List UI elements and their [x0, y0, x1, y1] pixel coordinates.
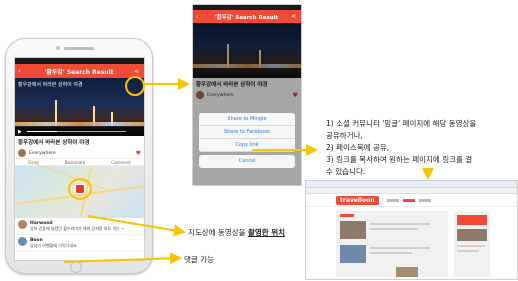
app-header: ‹ '황우강' Search Result ⋖ — [193, 10, 301, 23]
avatar[interactable] — [18, 220, 27, 229]
home-button[interactable] — [70, 261, 82, 273]
back-icon[interactable]: ‹ — [18, 67, 26, 75]
map-label-highlight: 촬영한 위치 — [247, 228, 286, 237]
phone-screen: ‹ '황우강' Search Result ⋖ 황우강에서 바라본 상하이 야경… — [14, 57, 145, 261]
share-options-note: 1) 소셜 커뮤니티 '밍글' 페이지에 해당 동영상을 공유하거나, 2) 페… — [326, 118, 476, 178]
heart-icon[interactable]: ♥ — [136, 150, 141, 157]
copy-link-button[interactable]: Copy link — [199, 139, 295, 152]
comment-label-text: 댓글 기능 — [184, 255, 214, 264]
site-nav — [386, 198, 431, 202]
nav-item[interactable] — [386, 198, 399, 202]
comment-text: 상하 강풍에 날랐던 황우리미가 해외 강처럼 파도 치는 ~ — [30, 226, 125, 231]
sidebar-thumbnail[interactable] — [457, 229, 487, 241]
nav-item[interactable] — [418, 198, 431, 202]
feed-text — [370, 247, 430, 249]
note-line: 수 있습니다. — [326, 167, 366, 176]
uploader-row: Everywhere ♥ — [15, 148, 144, 158]
feed-thumbnail[interactable] — [340, 221, 366, 239]
search-result-title: '황우강' Search Result — [44, 68, 114, 76]
share-screen: ‹ '황우강' Search Result ⋖ 황우강에서 바라본 상하이 야경… — [192, 4, 302, 186]
note-line: 공유하거나, — [326, 131, 363, 140]
app-header: ‹ '황우강' Search Result ⋖ — [15, 64, 144, 78]
browser-window: travelloon — [305, 180, 518, 280]
back-icon[interactable]: ‹ — [196, 13, 204, 21]
feed-thumbnail[interactable] — [396, 267, 418, 277]
site-header: travelloon — [306, 194, 517, 207]
play-icon[interactable]: ▶ — [18, 129, 22, 135]
sidebar-text — [457, 250, 479, 252]
diagram: ‹ '황우강' Search Result ⋖ 황우강에서 바라본 상하이 야경… — [0, 0, 518, 281]
avatar[interactable] — [18, 237, 27, 246]
site-logo[interactable]: travelloon — [336, 195, 379, 205]
feed-tag — [340, 214, 354, 217]
location-map[interactable] — [15, 160, 144, 218]
map-label-text: 지도상에 동영상을 — [188, 228, 248, 237]
map-location-label: 지도상에 동영상을 촬영한 위치 — [188, 227, 285, 238]
share-icon[interactable]: ⋖ — [289, 12, 298, 21]
share-to-facebook-button[interactable]: Share to Facebook — [199, 126, 295, 139]
site-content — [306, 207, 517, 279]
note-line: 2) 페이스북에 공유, — [326, 143, 390, 152]
video-title: 황우강에서 바라본 상하이 야경 — [18, 140, 90, 146]
comment-text: 상하이 여행할때 기억나네요 — [30, 243, 77, 248]
video-controls[interactable]: ▶ — [15, 127, 144, 136]
share-to-mingle-button[interactable]: Share to Mingle — [199, 113, 295, 126]
sidebar-text — [457, 245, 485, 247]
video-progress[interactable] — [27, 131, 126, 132]
city-lights — [15, 122, 144, 126]
uploader-name[interactable]: Everywhere — [29, 151, 56, 156]
note-line: 1) 소셜 커뮤니티 '밍글' 페이지에 해당 동영상을 — [326, 119, 477, 128]
cancel-button[interactable]: Cancel — [199, 155, 295, 168]
video-player[interactable]: 황우강에서 바라본 상하이 야경 ▶ — [15, 78, 144, 136]
feed-text — [370, 223, 430, 225]
feed-text — [370, 252, 412, 254]
note-line: 3) 링크를 복사하여 원하는 페이지에 링크를 걸 — [326, 155, 473, 164]
phone-speaker — [64, 47, 94, 50]
share-icon[interactable]: ⋖ — [132, 67, 141, 76]
comment-button[interactable]: Comment — [111, 160, 131, 165]
sidebar-banner[interactable] — [457, 215, 487, 225]
share-options: Share to Mingle Share to Facebook Copy l… — [199, 113, 295, 152]
share-action-sheet: Share to Mingle Share to Facebook Copy l… — [199, 113, 295, 168]
avatar[interactable] — [18, 149, 26, 157]
phone-mockup: ‹ '황우강' Search Result ⋖ 황우강에서 바라본 상하이 야경… — [5, 38, 153, 274]
comment-item: Boon 상하이 여행할때 기억나네요 — [15, 235, 144, 252]
nav-item[interactable] — [402, 198, 415, 202]
browser-tabbar — [306, 181, 517, 188]
comment-item: Harwood 상하 강풍에 날랐던 황우리미가 해외 강처럼 파도 치는 ~ — [15, 218, 144, 235]
feed-text — [370, 228, 418, 230]
feed-thumbnail[interactable] — [340, 245, 366, 263]
phone-camera — [56, 46, 60, 50]
comment-feature-label: 댓글 기능 — [184, 254, 214, 265]
bookmark-button[interactable]: Bookmark — [65, 160, 85, 165]
search-result-title: '황우강' Search Result — [214, 14, 279, 21]
video-overlay-caption: 황우강에서 바라본 상하이 야경 — [18, 82, 83, 88]
highlight-circle — [68, 178, 92, 200]
